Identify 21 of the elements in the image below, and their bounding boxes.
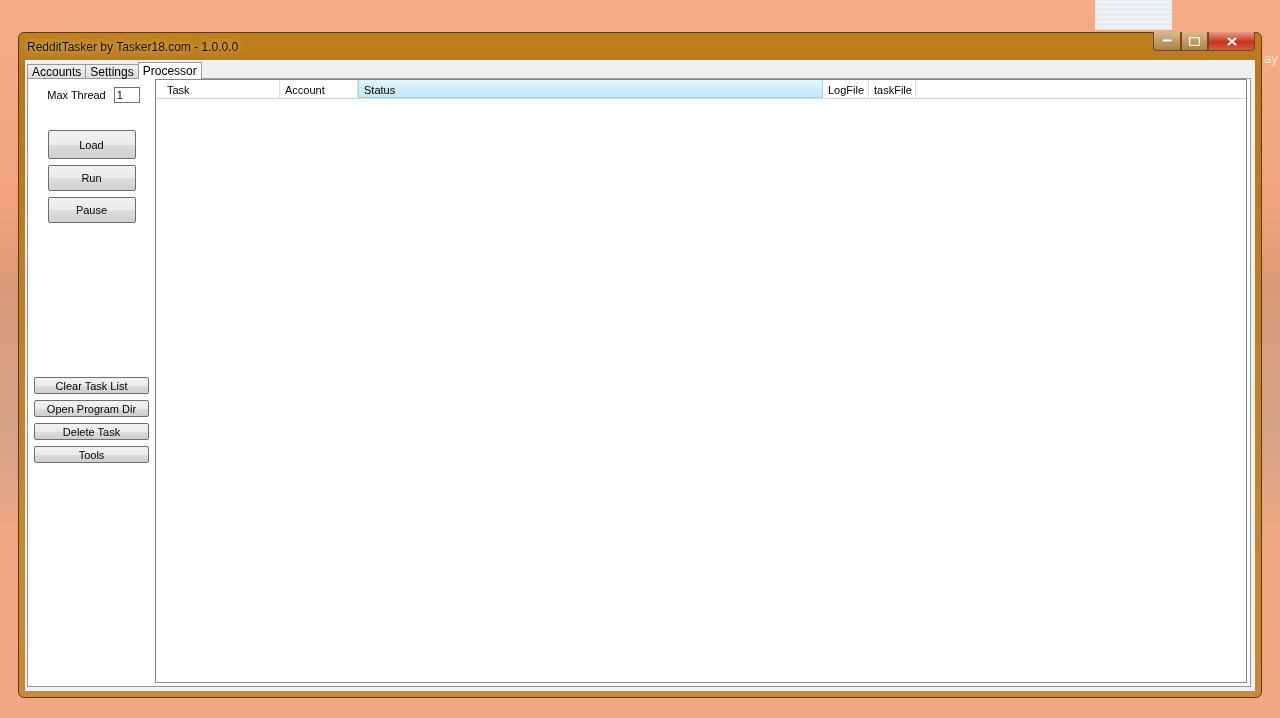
minimize-icon	[1162, 39, 1172, 43]
window-title: RedditTasker by Tasker18.com - 1.0.0.0	[27, 39, 239, 54]
desktop-text: ay	[1264, 51, 1278, 66]
tab[interactable]: Accounts	[27, 64, 87, 79]
action-button[interactable]: Run	[47, 165, 136, 191]
tool-button[interactable]: Open Program Dir	[34, 400, 149, 417]
maximize-button[interactable]	[1181, 32, 1208, 51]
minimize-button[interactable]	[1153, 32, 1181, 51]
close-icon	[1226, 36, 1237, 46]
tab[interactable]: Processor	[137, 62, 202, 79]
action-button[interactable]: Pause	[47, 197, 136, 223]
max-thread-label: Max Thread	[47, 89, 106, 101]
action-button[interactable]: Load	[47, 130, 136, 159]
column-header[interactable]: Status	[358, 80, 823, 98]
tool-button[interactable]: Clear Task List	[34, 377, 149, 394]
tab[interactable]: Settings	[85, 64, 139, 79]
tool-button[interactable]: Tools	[34, 446, 149, 463]
maximize-icon	[1189, 36, 1200, 46]
tool-button[interactable]: Delete Task	[34, 423, 149, 440]
close-button[interactable]	[1208, 32, 1255, 51]
max-thread-field[interactable]: 1	[113, 87, 140, 103]
